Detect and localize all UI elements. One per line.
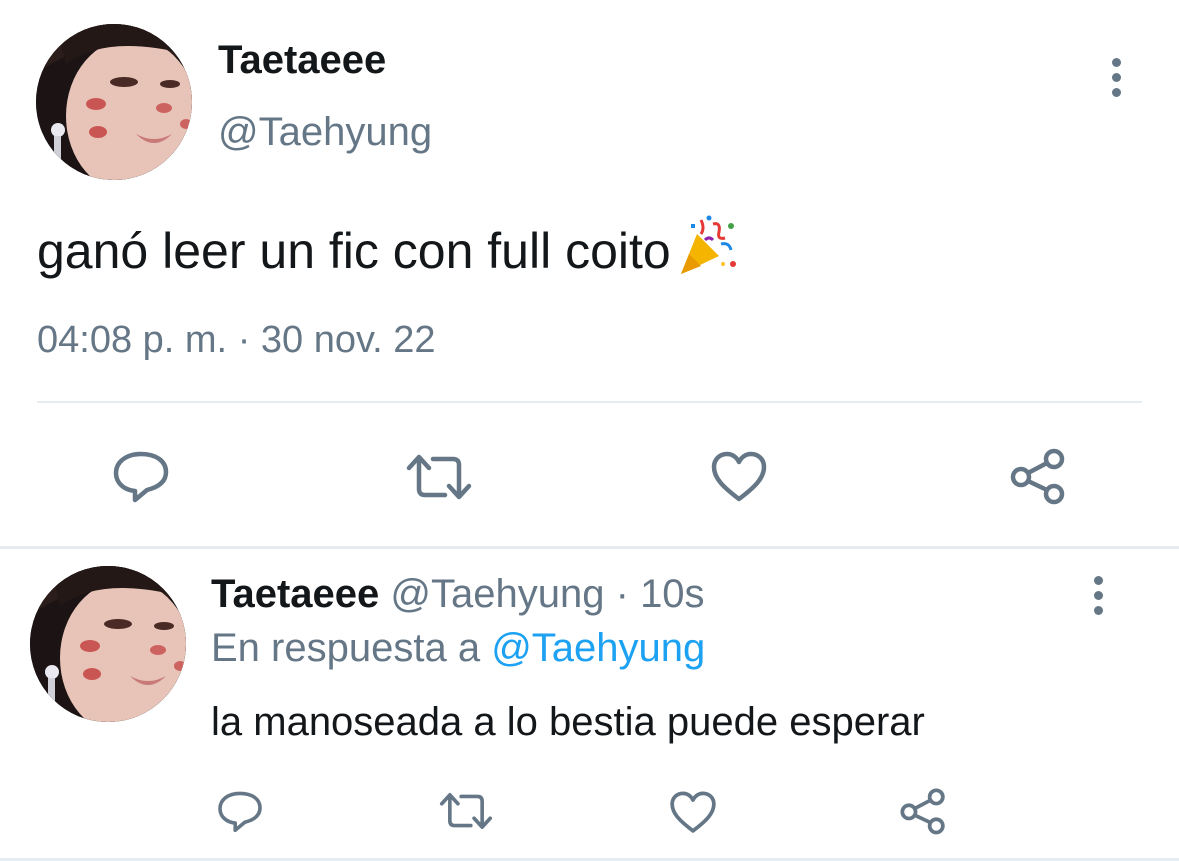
reply-button[interactable] [108, 444, 174, 508]
avatar[interactable] [36, 24, 192, 180]
share-icon [900, 788, 945, 835]
reply-text: la manoseada a lo bestia puede esperar [211, 700, 925, 744]
share-button[interactable] [896, 786, 950, 836]
reply-time[interactable]: 10s [640, 572, 705, 616]
more-options-icon[interactable] [1109, 58, 1123, 103]
reply-author-name[interactable]: Taetaeee [211, 572, 379, 616]
divider [0, 546, 1179, 549]
tweet-time: 04:08 p. m. [37, 319, 228, 361]
tweet-text: ganó leer un fic con full coito [37, 214, 739, 290]
like-icon [711, 451, 767, 502]
like-icon [670, 790, 716, 833]
reply-header: Taetaeee @Taehyung · 10s [211, 572, 705, 617]
reply-prefix: En respuesta a [211, 626, 481, 670]
share-icon [1010, 448, 1065, 505]
tweet-text-content: ganó leer un fic con full coito [37, 223, 671, 279]
retweet-button[interactable] [436, 788, 496, 834]
share-button[interactable] [1006, 446, 1070, 506]
party-popper-emoji [675, 214, 739, 290]
meta-separator: · [237, 319, 251, 361]
retweet-icon [406, 454, 472, 500]
avatar[interactable] [30, 566, 186, 722]
avatar-image [36, 24, 192, 180]
retweet-button[interactable] [404, 448, 474, 506]
retweet-icon [439, 793, 493, 829]
author-name[interactable]: Taetaeee [218, 38, 386, 83]
tweet-timestamp[interactable]: 04:08 p. m. · 30 nov. 22 [37, 319, 436, 362]
meta-separator: · [615, 572, 629, 616]
author-handle[interactable]: @Taehyung [218, 110, 432, 155]
tweet-date: 30 nov. 22 [260, 319, 436, 361]
in-reply-to: En respuesta a @Taehyung [211, 626, 705, 671]
reply-author-handle[interactable]: @Taehyung [390, 572, 604, 616]
reply-to-link[interactable]: @Taehyung [491, 626, 705, 670]
divider [37, 401, 1142, 403]
like-button[interactable] [708, 448, 770, 506]
reply-button[interactable] [212, 786, 268, 836]
reply-icon [113, 451, 169, 503]
reply-icon [218, 791, 262, 832]
like-button[interactable] [666, 788, 720, 836]
avatar-image [30, 566, 186, 722]
more-options-icon[interactable] [1091, 576, 1105, 621]
